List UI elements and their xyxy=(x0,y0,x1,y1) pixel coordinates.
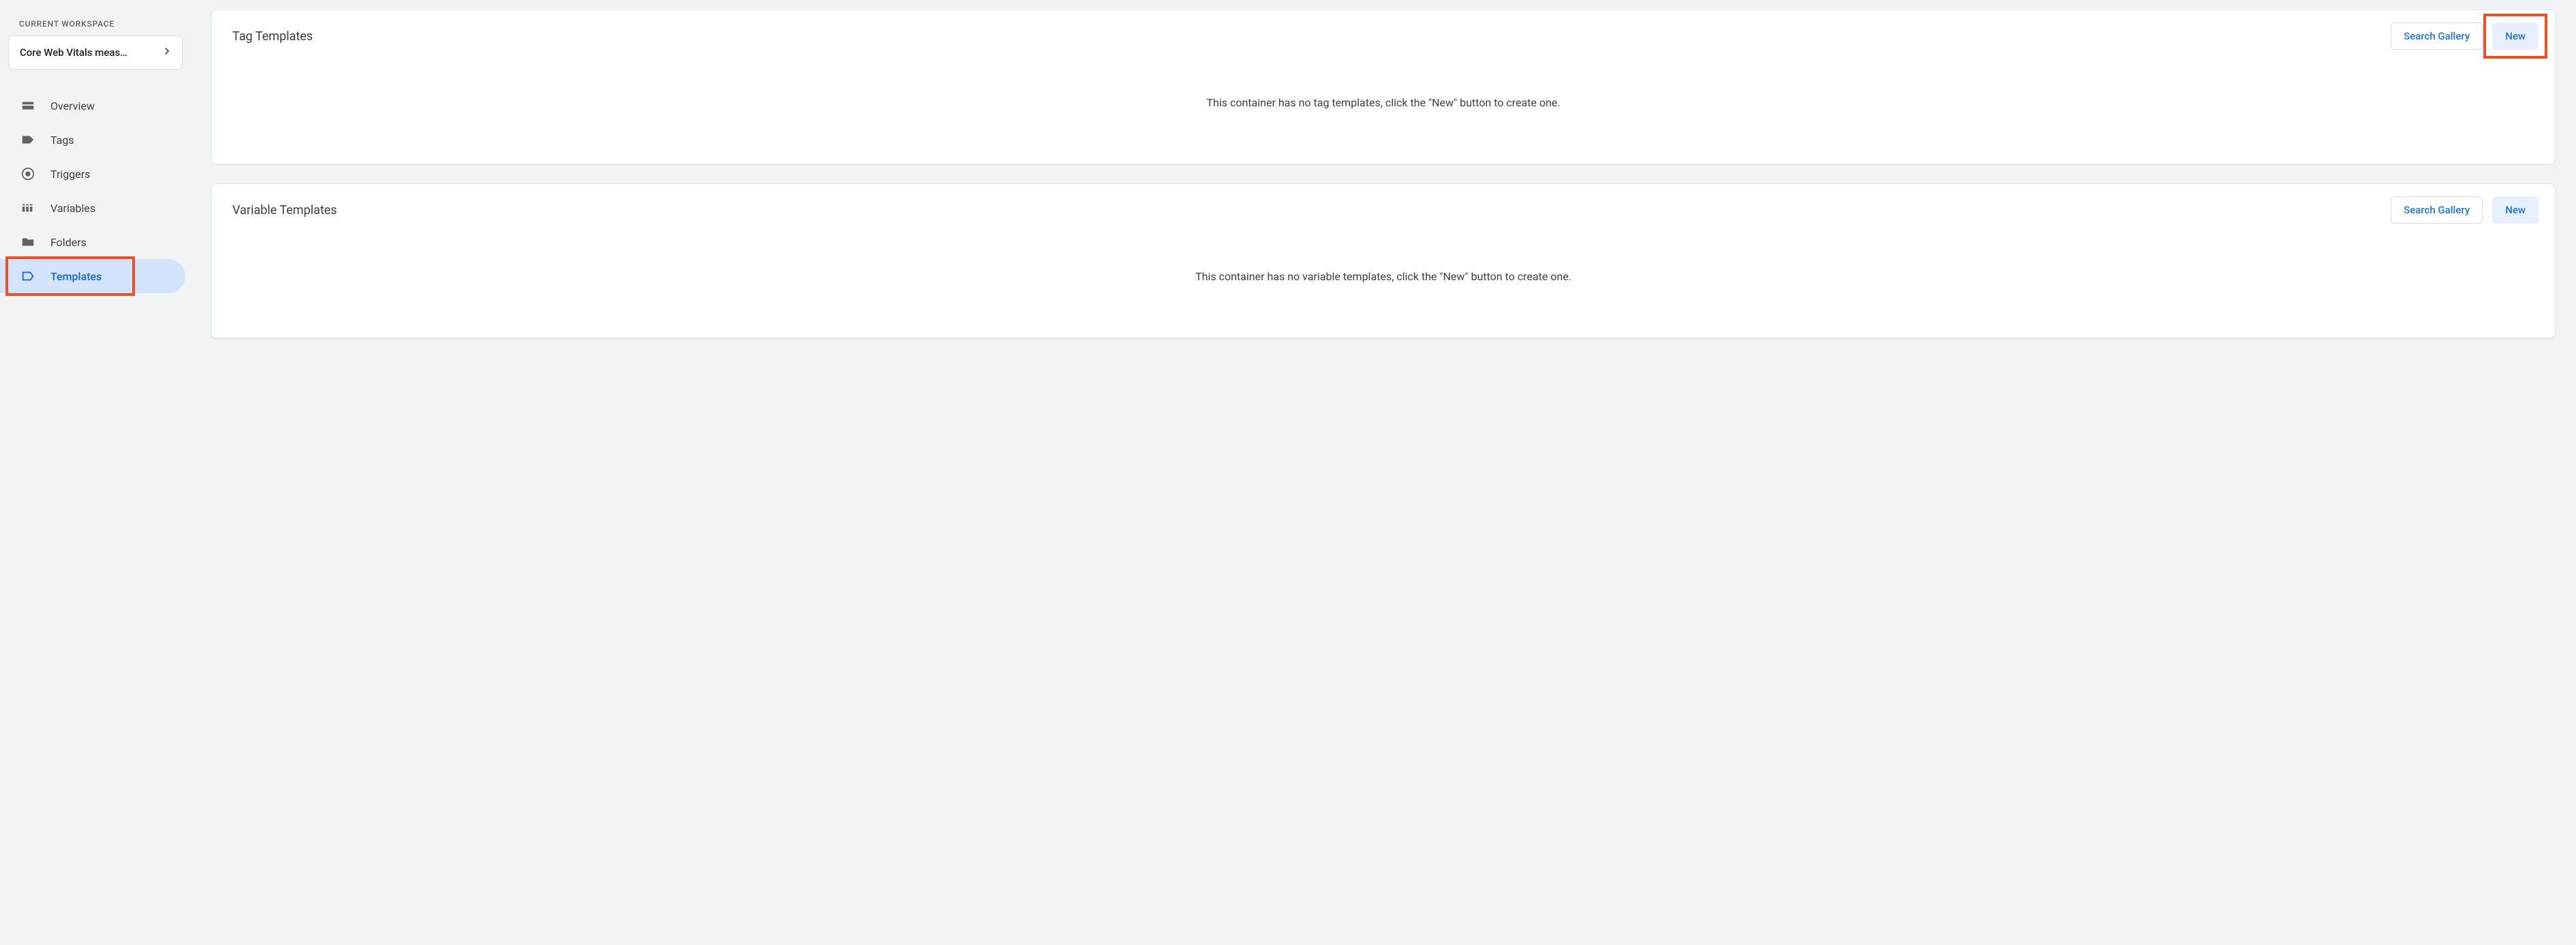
sidebar-item-label: Templates xyxy=(50,270,102,283)
tag-templates-panel: Tag Templates Search Gallery New This co… xyxy=(211,10,2556,164)
sidebar-item-overview[interactable]: Overview xyxy=(0,89,185,123)
sidebar-item-folders[interactable]: Folders xyxy=(0,225,185,259)
tag-icon xyxy=(20,132,35,147)
workspace-section-label: CURRENT WORKSPACE xyxy=(0,19,191,35)
sidebar-item-label: Tags xyxy=(50,134,74,147)
panel-actions: Search Gallery New xyxy=(2391,22,2539,50)
folder-icon xyxy=(20,235,35,250)
panel-title: Variable Templates xyxy=(232,203,337,217)
variable-templates-panel: Variable Templates Search Gallery New Th… xyxy=(211,183,2556,338)
sidebar-nav: Overview Tags Triggers Variables xyxy=(0,89,191,293)
variable-icon xyxy=(20,200,35,215)
sidebar-item-label: Variables xyxy=(50,202,95,215)
sidebar-item-label: Folders xyxy=(50,236,87,249)
panel-actions: Search Gallery New xyxy=(2391,196,2539,224)
sidebar-item-label: Triggers xyxy=(50,168,90,181)
panel-header: Tag Templates Search Gallery New xyxy=(212,10,2555,62)
workspace-name: Core Web Vitals meas… xyxy=(20,46,127,59)
search-gallery-button[interactable]: Search Gallery xyxy=(2391,22,2483,50)
sidebar: CURRENT WORKSPACE Core Web Vitals meas… … xyxy=(0,3,191,945)
sidebar-item-variables[interactable]: Variables xyxy=(0,191,185,225)
template-icon xyxy=(20,269,35,284)
workspace-selector[interactable]: Core Web Vitals meas… xyxy=(8,35,183,70)
trigger-icon xyxy=(20,166,35,181)
sidebar-item-templates[interactable]: Templates xyxy=(0,259,185,293)
tag-templates-empty-message: This container has no tag templates, cli… xyxy=(212,62,2555,164)
search-gallery-button[interactable]: Search Gallery xyxy=(2391,196,2483,224)
new-button[interactable]: New xyxy=(2492,196,2539,224)
overview-icon xyxy=(20,98,35,113)
sidebar-item-triggers[interactable]: Triggers xyxy=(0,157,185,191)
new-button[interactable]: New xyxy=(2492,22,2539,50)
panel-title: Tag Templates xyxy=(232,29,313,44)
variable-templates-empty-message: This container has no variable templates… xyxy=(212,236,2555,338)
chevron-right-icon xyxy=(160,44,174,61)
sidebar-item-tags[interactable]: Tags xyxy=(0,123,185,157)
panel-header: Variable Templates Search Gallery New xyxy=(212,184,2555,236)
main-content: Tag Templates Search Gallery New This co… xyxy=(191,3,2576,945)
sidebar-item-label: Overview xyxy=(50,100,95,112)
